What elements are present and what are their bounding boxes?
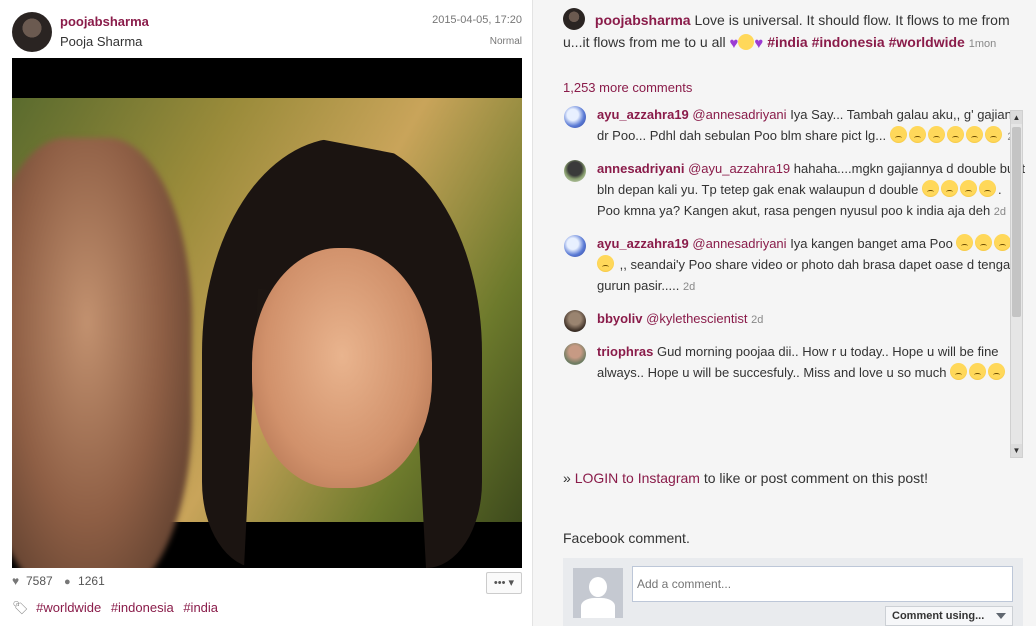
comment-using-label: Comment using...: [892, 610, 985, 622]
likes-count: 7587: [26, 574, 53, 588]
facebook-comment-input[interactable]: [632, 566, 1013, 602]
comment-using-select[interactable]: Comment using...: [885, 606, 1013, 626]
more-options-button[interactable]: ••• ▾: [486, 572, 522, 594]
facebook-comment-box: Comment using...: [563, 558, 1023, 626]
crying-emoji: [946, 126, 964, 143]
avatar[interactable]: [564, 310, 586, 332]
post-photo[interactable]: [12, 58, 522, 568]
comment-time: 2d: [993, 206, 1007, 218]
comments-scrollbar[interactable]: ▲ ▼: [1010, 110, 1023, 458]
crying-emoji: [965, 126, 983, 143]
crying-emoji: [975, 234, 993, 251]
avatar[interactable]: [564, 343, 586, 365]
comment-text-continued: ,, seandai'y Poo share video or photo da…: [597, 257, 1018, 293]
avatar[interactable]: [564, 106, 586, 128]
avatar[interactable]: [563, 8, 585, 30]
crying-emoji: [950, 363, 968, 380]
comment-username[interactable]: ayu_azzahra19: [597, 236, 689, 251]
crying-emoji: [988, 363, 1006, 380]
scroll-thumb[interactable]: [1012, 127, 1021, 317]
post-filter: Normal: [489, 36, 522, 47]
post-stats: ♥ 7587 ● 1261 ••• ▾: [12, 572, 522, 596]
comments-stat: ● 1261: [64, 574, 105, 588]
more-label: •••: [493, 577, 506, 589]
comment-mention[interactable]: @annesadriyani: [692, 236, 786, 251]
post-caption: poojabsharma Love is universal. It shoul…: [563, 8, 1023, 55]
crying-emoji: [969, 363, 987, 380]
list-item: ayu_azzahra19 @annesadriyani Iya Say... …: [563, 104, 1026, 148]
post-timestamp: 2015-04-05, 17:20: [432, 14, 522, 26]
avatar[interactable]: [564, 160, 586, 182]
tag-link[interactable]: #worldwide: [36, 600, 101, 615]
comments-count: 1261: [78, 574, 105, 588]
list-item: triophras Gud morning poojaa dii.. How r…: [563, 341, 1026, 383]
crying-emoji: [960, 180, 978, 197]
comment-username[interactable]: annesadriyani: [597, 161, 684, 176]
comment-mention[interactable]: @annesadriyani: [692, 107, 786, 122]
caption-username[interactable]: poojabsharma: [595, 12, 691, 28]
comment-mention[interactable]: @kylethescientist: [646, 311, 747, 326]
login-prefix: »: [563, 470, 575, 486]
comment-username[interactable]: triophras: [597, 344, 653, 359]
login-suffix: to like or post comment on this post!: [699, 470, 928, 486]
tag-link[interactable]: #india: [183, 600, 218, 615]
hashtag-link[interactable]: #india: [767, 34, 807, 50]
crying-emoji: [922, 180, 940, 197]
crying-emoji: [908, 126, 926, 143]
post-fullname: Pooja Sharma: [60, 34, 143, 49]
post-tags: 🏷 #worldwide #indonesia #india: [12, 600, 224, 616]
comment-username[interactable]: ayu_azzahra19: [597, 107, 689, 122]
crying-emoji: [956, 234, 974, 251]
kiss-emoji: [738, 34, 755, 50]
hashtag-link[interactable]: #worldwide: [889, 34, 965, 50]
heart-icon: ♥: [12, 574, 20, 588]
tag-link[interactable]: #indonesia: [111, 600, 174, 615]
crying-emoji: [597, 255, 614, 272]
post-username[interactable]: poojabsharma: [60, 14, 149, 29]
post-header: poojabsharma Pooja Sharma 2015-04-05, 17…: [12, 12, 522, 52]
caption-time: 1mon: [968, 38, 997, 50]
crying-emoji: [994, 234, 1012, 251]
avatar[interactable]: [564, 235, 586, 257]
crying-emoji: [941, 180, 959, 197]
facebook-comment-title: Facebook comment.: [563, 530, 690, 546]
list-item: ayu_azzahra19 @annesadriyani Iya kangen …: [563, 233, 1026, 298]
avatar[interactable]: [12, 12, 52, 52]
crying-emoji: [889, 126, 907, 143]
crying-emoji: [979, 180, 997, 197]
comment-time: 2d: [683, 281, 696, 293]
login-link[interactable]: LOGIN to Instagram: [575, 470, 700, 486]
comments-list: ayu_azzahra19 @annesadriyani Iya Say... …: [563, 104, 1026, 458]
likes-stat: ♥ 7587: [12, 574, 53, 588]
post-card: poojabsharma Pooja Sharma 2015-04-05, 17…: [0, 0, 533, 626]
comment-text: Gud morning poojaa dii.. How r u today..…: [597, 344, 999, 380]
list-item: annesadriyani @ayu_azzahra19 hahaha....m…: [563, 158, 1026, 223]
comment-time: 2d: [751, 314, 764, 326]
crying-emoji: [984, 126, 1002, 143]
scroll-up-arrow-icon[interactable]: ▲: [1011, 111, 1022, 124]
default-avatar-icon: [573, 568, 623, 618]
comment-text: Iya kangen banget ama Poo: [790, 236, 953, 251]
more-comments-link[interactable]: 1,253 more comments: [563, 80, 692, 95]
purple-heart-emoji: ♥: [754, 35, 764, 52]
login-prompt: » LOGIN to Instagram to like or post com…: [563, 470, 928, 486]
purple-heart-emoji: ♥: [729, 35, 739, 52]
crying-emoji: [927, 126, 945, 143]
photo-foreground-blur: [12, 138, 192, 568]
hashtag-link[interactable]: #indonesia: [812, 34, 885, 50]
comment-username[interactable]: bbyoliv: [597, 311, 643, 326]
list-item: bbyoliv @kylethescientist 2d: [563, 308, 1026, 332]
scroll-down-arrow-icon[interactable]: ▼: [1011, 444, 1022, 457]
comment-bubble-icon: ●: [64, 576, 71, 588]
tag-icon: 🏷: [12, 600, 29, 615]
chevron-down-icon: [996, 613, 1006, 619]
photo-content: [12, 98, 522, 568]
comment-mention[interactable]: @ayu_azzahra19: [688, 161, 790, 176]
photo-face: [252, 248, 432, 488]
chevron-down-icon: ▾: [508, 577, 515, 589]
